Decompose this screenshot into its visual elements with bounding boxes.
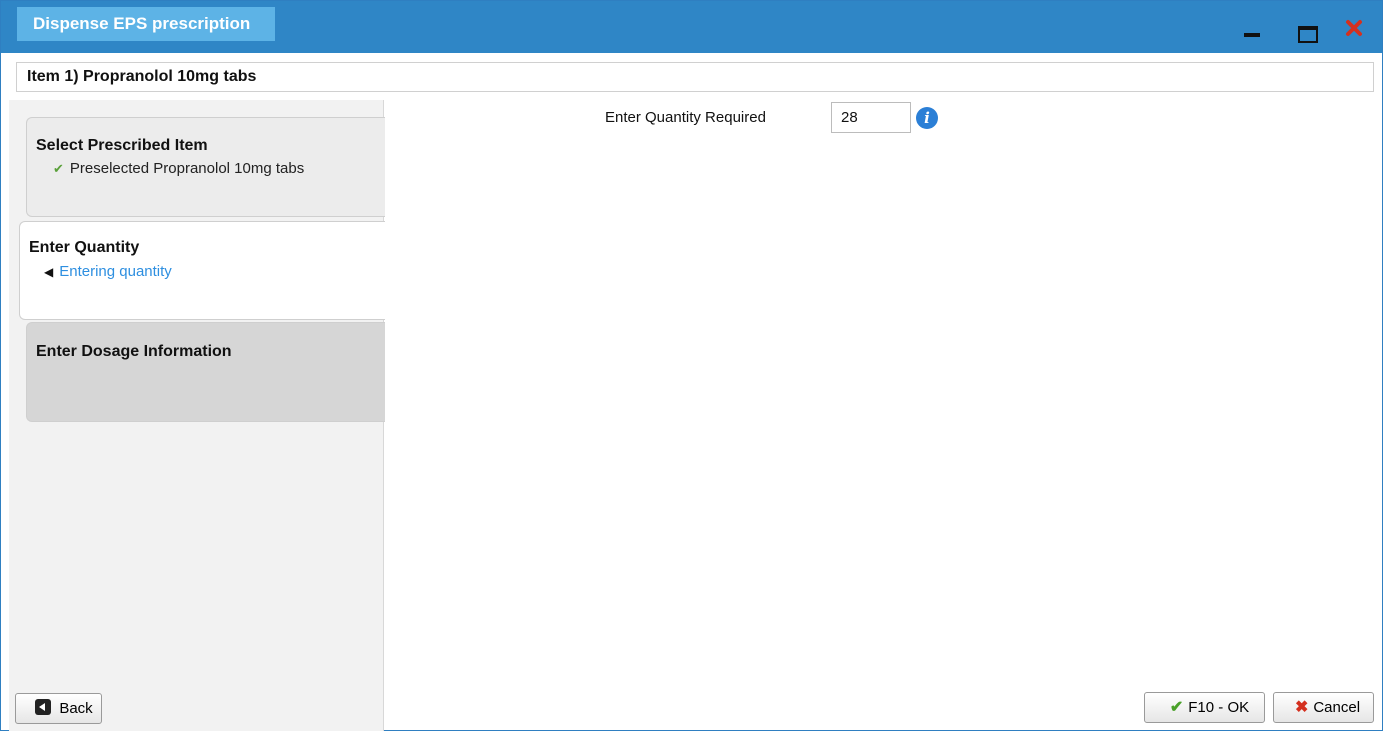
ok-button[interactable]: ✔ F10 - OK — [1144, 692, 1265, 723]
ok-button-label: F10 - OK — [1188, 699, 1250, 716]
step-title: Select Prescribed Item — [36, 137, 208, 154]
cancel-button[interactable]: ✖ Cancel — [1273, 692, 1374, 723]
info-icon[interactable]: i — [916, 107, 938, 129]
step-subtitle: ◀ Entering quantity — [44, 263, 172, 280]
window-title: Dispense EPS prescription — [17, 7, 275, 41]
step-title: Enter Dosage Information — [36, 343, 232, 360]
step-subtitle-text: Preselected Propranolol 10mg tabs — [69, 160, 305, 177]
back-icon — [35, 699, 52, 715]
check-icon: ✔ — [53, 161, 64, 176]
arrow-left-icon: ◀ — [44, 265, 54, 279]
step-enter-dosage-information[interactable]: Enter Dosage Information — [26, 322, 385, 422]
check-icon: ✔ — [1169, 699, 1184, 716]
step-enter-quantity[interactable]: Enter Quantity ◀ Entering quantity — [19, 221, 385, 320]
dispense-window: Dispense EPS prescription Item 1) Propra… — [0, 0, 1383, 731]
quantity-input[interactable] — [831, 102, 911, 133]
back-button-label: Back — [59, 700, 93, 717]
step-select-prescribed-item[interactable]: Select Prescribed Item ✔ Preselected Prop… — [26, 117, 385, 217]
quantity-label: Enter Quantity Required — [605, 109, 766, 126]
step-title: Enter Quantity — [29, 239, 140, 256]
back-button[interactable]: Back — [15, 693, 102, 724]
minimize-icon[interactable] — [1237, 15, 1267, 41]
step-subtitle: ✔ Preselected Propranolol 10mg tabs — [53, 160, 304, 177]
title-bar: Dispense EPS prescription — [1, 1, 1382, 53]
step-subtitle-text: Entering quantity — [59, 263, 172, 280]
item-header: Item 1) Propranolol 10mg tabs — [16, 62, 1374, 92]
wizard-sidebar: Select Prescribed Item ✔ Preselected Prop… — [9, 100, 385, 731]
cancel-button-label: Cancel — [1313, 699, 1361, 716]
cancel-icon: ✖ — [1294, 699, 1309, 716]
maximize-icon[interactable] — [1291, 15, 1321, 43]
close-icon[interactable] — [1339, 14, 1369, 40]
